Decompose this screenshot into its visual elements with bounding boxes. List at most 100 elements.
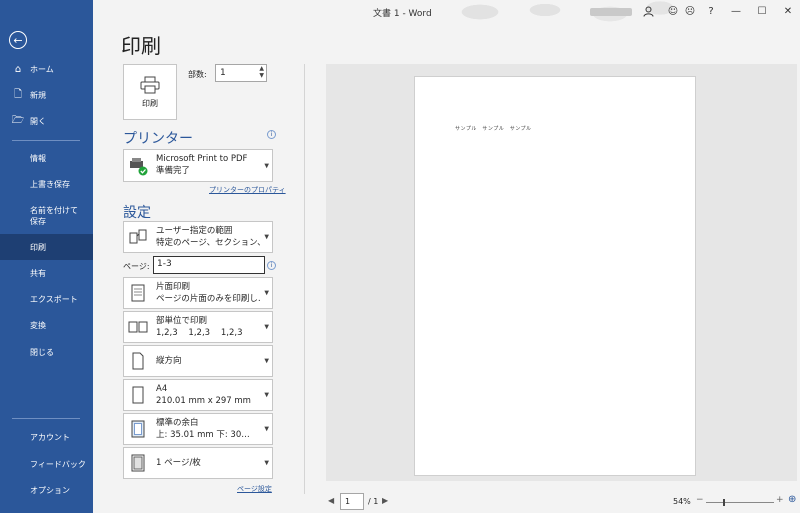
home-icon: ⌂ (14, 63, 22, 75)
copies-spinner[interactable]: ▲ ▼ (259, 65, 264, 79)
zoom-out-icon[interactable]: − (696, 495, 704, 505)
paper-size-icon (132, 386, 144, 404)
sidebar-item-label: 共有 (30, 268, 46, 278)
sidebar-item-transform[interactable]: 変換 (0, 313, 93, 337)
document-title: 文書 1 - Word (373, 9, 432, 19)
sidebar-item-home[interactable]: ⌂ ホーム (0, 57, 93, 81)
sidebar-item-label: エクスポート (30, 294, 78, 304)
margins-icon (131, 420, 145, 438)
page-title: 印刷 (121, 34, 161, 58)
preview-status-bar: ◀ 1 / 1 ▶ 54% − + ⊕ (326, 492, 797, 512)
help-icon[interactable]: ? (704, 4, 718, 18)
margins-subtitle: 上: 35.01 mm 下: 30… (156, 430, 250, 440)
total-pages: / 1 (368, 497, 379, 506)
sidebar-item-export[interactable]: エクスポート (0, 287, 93, 311)
sidebar-item-label: 開く (30, 116, 46, 126)
new-document-icon: 🗋 (13, 88, 23, 100)
printer-icon (140, 76, 160, 93)
orientation-title: 縦方向 (156, 356, 182, 366)
sidebar-item-save-as[interactable]: 名前を付けて保存 (0, 203, 93, 233)
smile-feedback-icon[interactable]: ☺ (666, 4, 680, 18)
settings-heading: 設定 (123, 205, 151, 221)
copies-input[interactable]: 1 ▲ ▼ (215, 64, 267, 82)
sidebar-item-open[interactable]: 🗁 開く (0, 109, 93, 133)
margins-title: 標準の余白 (156, 418, 199, 428)
printer-name: Microsoft Print to PDF (156, 154, 248, 164)
sidebar-item-label: ホーム (30, 64, 54, 74)
sidebar-item-label: オプション (30, 485, 70, 495)
sidebar-item-share[interactable]: 共有 (0, 261, 93, 285)
sidebar-item-print[interactable]: 印刷 (0, 234, 93, 260)
sides-select[interactable]: 片面印刷 ページの片面のみを印刷し… ▼ (123, 277, 273, 309)
sidebar-item-label: フィードバック (30, 459, 86, 469)
sidebar-item-save[interactable]: 上書き保存 (0, 172, 93, 196)
frown-feedback-icon[interactable]: ☹ (683, 4, 697, 18)
user-name[interactable] (590, 8, 632, 16)
print-preview-pane: サンプル サンプル サンプル (326, 64, 797, 481)
open-folder-icon: 🗁 (11, 114, 25, 126)
collate-icon (128, 321, 148, 333)
sidebar-item-new[interactable]: 🗋 新規 (0, 83, 93, 107)
collate-title: 部単位で印刷 (156, 316, 208, 326)
sidebar-item-account[interactable]: アカウント (0, 425, 93, 449)
orientation-select[interactable]: 縦方向 ▼ (123, 345, 273, 377)
maximize-icon[interactable]: ☐ (755, 4, 769, 18)
current-page-input[interactable]: 1 (340, 493, 364, 510)
preview-page: サンプル サンプル サンプル (414, 76, 696, 476)
info-icon[interactable]: i (267, 261, 276, 270)
sidebar-item-feedback[interactable]: フィードバック (0, 452, 93, 476)
info-icon[interactable]: i (267, 130, 276, 139)
sidebar-item-label: 新規 (30, 90, 46, 100)
print-backstage: 印刷 印刷 部数: 1 ▲ ▼ プリンター i Microsoft Print t… (93, 24, 800, 513)
zoom-slider[interactable] (706, 499, 774, 506)
zoom-in-icon[interactable]: + (776, 495, 784, 505)
portrait-page-icon (132, 352, 144, 370)
print-range-select[interactable]: ユーザー指定の範囲 特定のページ、セクション、… ▼ (123, 221, 273, 253)
printer-properties-link[interactable]: プリンターのプロパティ (209, 185, 286, 195)
minimize-icon[interactable]: — (729, 4, 743, 18)
sidebar-item-label: 上書き保存 (30, 179, 70, 189)
sidebar-item-label: 変換 (30, 320, 46, 330)
preview-sample-text: サンプル サンプル サンプル (455, 126, 532, 132)
chevron-down-icon: ▼ (264, 357, 269, 365)
vertical-divider (304, 64, 305, 494)
chevron-down-icon: ▼ (264, 323, 269, 331)
next-page-icon[interactable]: ▶ (382, 496, 388, 505)
back-arrow-icon[interactable]: ← (9, 31, 27, 49)
printer-status: 準備完了 (156, 166, 191, 176)
printer-select[interactable]: Microsoft Print to PDF 準備完了 ▼ (123, 149, 273, 182)
sides-title: 片面印刷 (156, 282, 191, 292)
collate-subtitle: 1,2,3 1,2,3 1,2,3 (156, 328, 243, 338)
printer-ready-icon (130, 157, 148, 175)
zoom-slider-thumb[interactable] (723, 499, 725, 506)
copies-label: 部数: (188, 70, 207, 79)
sidebar-item-close[interactable]: 閉じる (0, 340, 93, 364)
one-sided-icon (131, 284, 145, 302)
sidebar-item-info[interactable]: 情報 (0, 146, 93, 170)
sidebar-item-label: 情報 (30, 153, 46, 163)
printer-heading: プリンター (123, 131, 193, 147)
chevron-down-icon: ▼ (264, 162, 269, 169)
sidebar-item-options[interactable]: オプション (0, 478, 93, 502)
chevron-down-icon: ▼ (264, 391, 269, 399)
close-icon[interactable]: ✕ (781, 4, 795, 18)
user-icon[interactable] (641, 4, 655, 18)
previous-page-icon[interactable]: ◀ (328, 496, 334, 505)
sidebar-item-label: 名前を付けて保存 (30, 206, 78, 226)
zoom-level[interactable]: 54% (673, 497, 691, 506)
page-range-icon (129, 229, 147, 244)
page-setup-link[interactable]: ページ設定 (237, 484, 272, 494)
pages-per-sheet-select[interactable]: 1 ページ/枚 ▼ (123, 447, 273, 479)
print-button[interactable]: 印刷 (123, 64, 177, 120)
copies-value: 1 (220, 68, 226, 78)
print-button-label: 印刷 (142, 98, 158, 108)
paper-size-select[interactable]: A4 210.01 mm x 297 mm ▼ (123, 379, 273, 411)
pages-input[interactable]: 1-3 (153, 256, 265, 274)
zoom-to-page-icon[interactable]: ⊕ (788, 494, 796, 505)
sidebar-item-label: アカウント (30, 432, 70, 442)
sides-subtitle: ページの片面のみを印刷し… (156, 294, 260, 304)
margins-select[interactable]: 標準の余白 上: 35.01 mm 下: 30… ▼ (123, 413, 273, 445)
title-bar: 文書 1 - Word ☺ ☹ ? — ☐ ✕ (93, 0, 800, 24)
collate-select[interactable]: 部単位で印刷 1,2,3 1,2,3 1,2,3 ▼ (123, 311, 273, 343)
sidebar-divider (12, 418, 80, 419)
